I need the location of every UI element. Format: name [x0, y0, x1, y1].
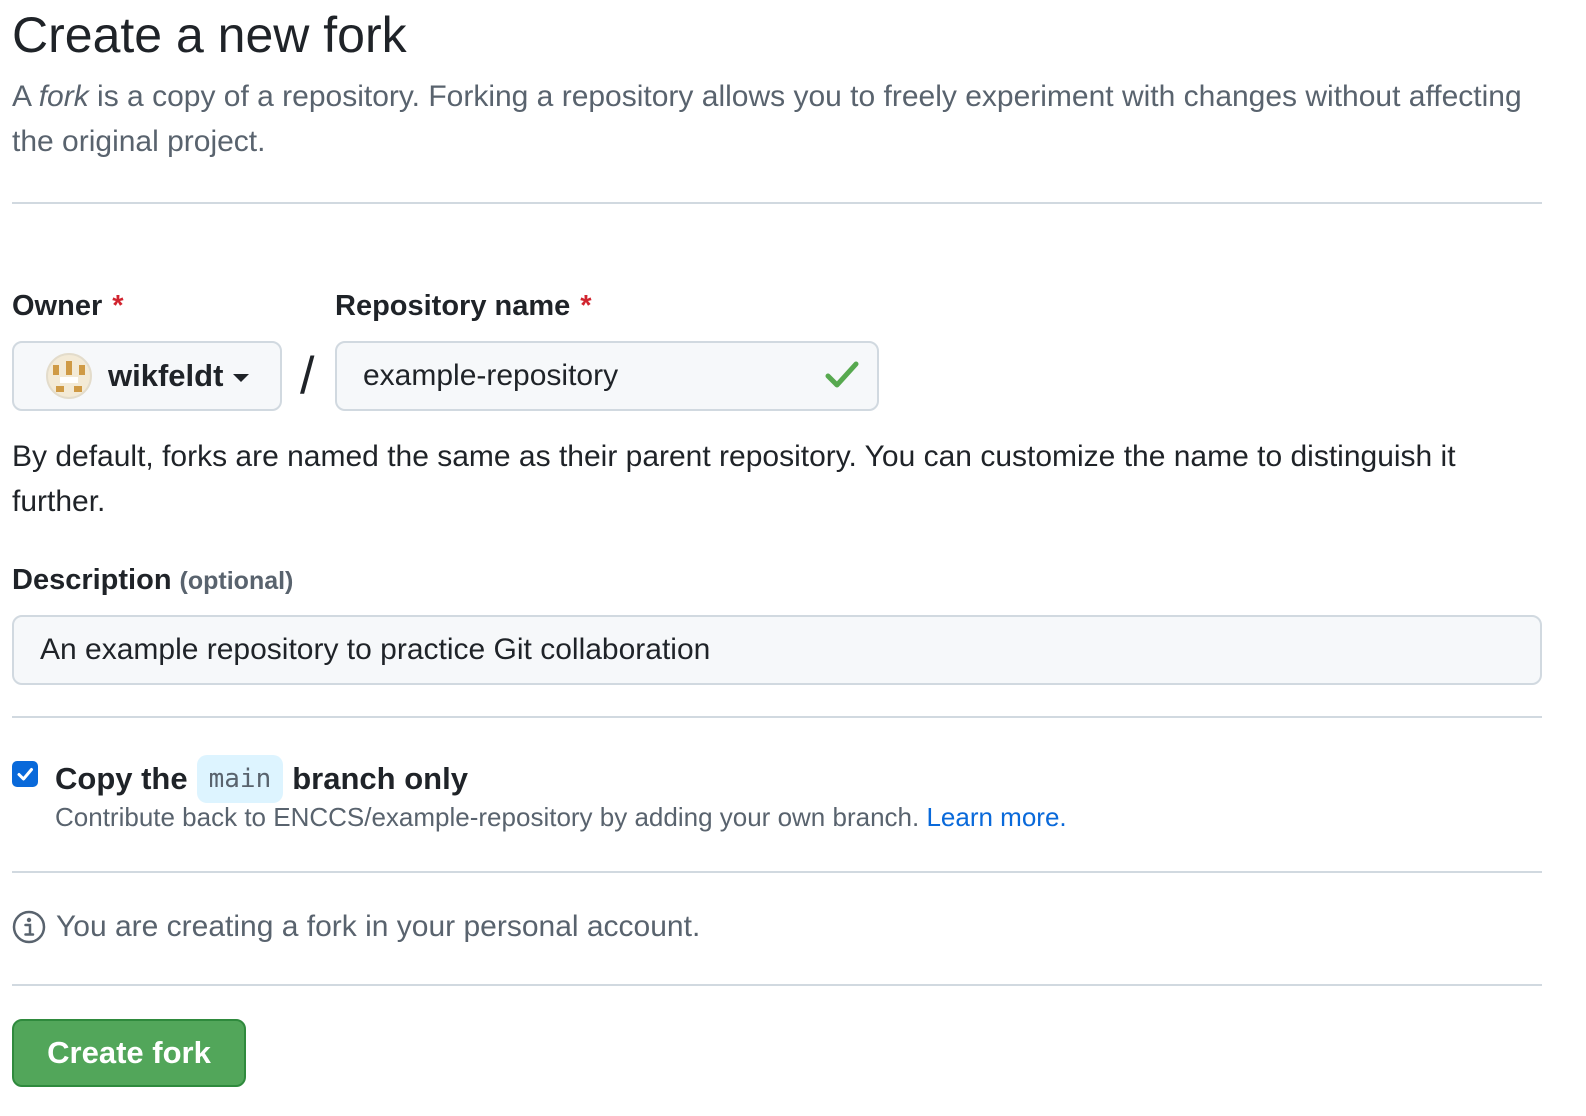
info-icon — [12, 910, 46, 944]
learn-more-link[interactable]: Learn more. — [926, 802, 1066, 832]
intro-rest: is a copy of a repository. Forking a rep… — [12, 80, 1522, 158]
intro-prefix: A — [12, 80, 39, 113]
divider — [12, 716, 1542, 718]
personal-account-notice: You are creating a fork in your personal… — [12, 910, 700, 944]
divider — [12, 984, 1542, 986]
personal-account-text: You are creating a fork in your personal… — [56, 910, 701, 943]
optional-tag: (optional) — [179, 567, 294, 595]
owner-label: Owner * — [12, 288, 124, 324]
description-label-text: Description — [12, 564, 172, 596]
owner-label-text: Owner — [12, 290, 103, 322]
owner-repo-separator: / — [300, 347, 315, 405]
create-fork-button[interactable]: Create fork — [12, 1019, 246, 1087]
repository-name-hint: By default, forks are named the same as … — [12, 440, 1456, 518]
repository-name-label: Repository name * — [335, 288, 592, 324]
owner-select-button[interactable]: wikfeldt — [12, 341, 282, 411]
description-input[interactable] — [12, 615, 1542, 685]
repository-name-label-text: Repository name — [335, 290, 571, 322]
repository-name-input[interactable] — [335, 341, 879, 411]
copy-main-branch-checkbox[interactable] — [12, 761, 38, 787]
intro-emphasis: fork — [38, 80, 89, 113]
required-mark: * — [112, 290, 124, 322]
divider — [12, 202, 1542, 204]
divider — [12, 871, 1542, 873]
copy-branch-label-prefix: Copy the — [55, 761, 188, 796]
copy-branch-label[interactable]: Copy the main branch only — [55, 755, 468, 803]
copy-branch-description: Contribute back to ENCCS/example-reposit… — [55, 800, 1067, 834]
caret-down-icon — [233, 374, 250, 382]
page-title: Create a new fork — [12, 7, 407, 63]
required-mark: * — [580, 290, 592, 322]
copy-branch-sub-text: Contribute back to ENCCS/example-reposit… — [55, 802, 920, 832]
description-label: Description (optional) — [12, 562, 293, 599]
branch-name-code: main — [196, 755, 284, 803]
copy-branch-label-suffix: branch only — [292, 761, 468, 796]
checkmark-icon — [17, 768, 33, 781]
identicon-avatar — [46, 353, 92, 399]
owner-name: wikfeldt — [108, 358, 224, 393]
check-icon — [825, 361, 859, 388]
page-intro: A fork is a copy of a repository. Forkin… — [12, 74, 1532, 164]
